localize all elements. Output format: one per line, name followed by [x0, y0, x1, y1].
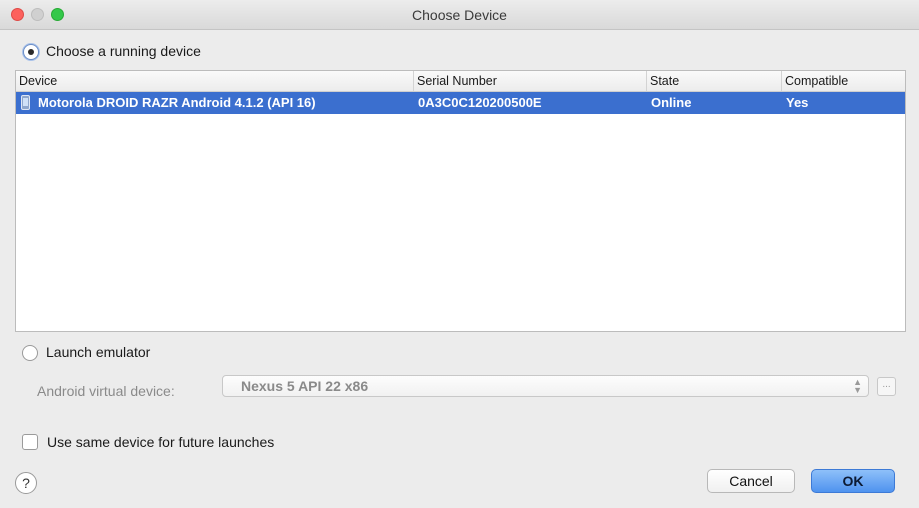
title-bar: Choose Device [0, 0, 919, 30]
table-row[interactable]: Motorola DROID RAZR Android 4.1.2 (API 1… [16, 92, 905, 114]
launch-emulator-radio[interactable] [22, 345, 38, 361]
same-device-label[interactable]: Use same device for future launches [47, 434, 274, 450]
device-table-header: Device Serial Number State Compatible [16, 71, 905, 92]
device-table[interactable]: Device Serial Number State Compatible Mo… [15, 70, 906, 332]
android-virtual-device-label: Android virtual device: [37, 383, 175, 399]
column-header-device[interactable]: Device [16, 71, 414, 91]
state-cell: Online [651, 95, 692, 110]
phone-icon [21, 95, 30, 110]
column-header-compatible[interactable]: Compatible [782, 71, 907, 91]
cancel-button[interactable]: Cancel [707, 469, 795, 493]
choose-running-device-label[interactable]: Choose a running device [46, 43, 201, 59]
android-virtual-device-select[interactable]: Nexus 5 API 22 x86 ▲ ▼ [222, 375, 869, 397]
column-header-serial-number[interactable]: Serial Number [414, 71, 647, 91]
updown-arrows-icon: ▲ ▼ [853, 377, 862, 395]
serial-number-cell: 0A3C0C120200500E [418, 95, 542, 110]
column-header-state[interactable]: State [647, 71, 782, 91]
help-button[interactable]: ? [15, 472, 37, 494]
choose-running-device-radio[interactable] [23, 44, 39, 60]
device-name-cell: Motorola DROID RAZR Android 4.1.2 (API 1… [38, 95, 316, 110]
same-device-checkbox[interactable] [22, 434, 38, 450]
ok-button[interactable]: OK [811, 469, 895, 493]
choose-device-dialog: Choose Device Choose a running device De… [0, 0, 919, 508]
browse-avd-button[interactable]: ... [877, 377, 896, 396]
window-title: Choose Device [412, 7, 507, 23]
android-virtual-device-value: Nexus 5 API 22 x86 [241, 378, 369, 394]
compatible-cell: Yes [786, 95, 809, 110]
launch-emulator-label[interactable]: Launch emulator [46, 344, 150, 360]
